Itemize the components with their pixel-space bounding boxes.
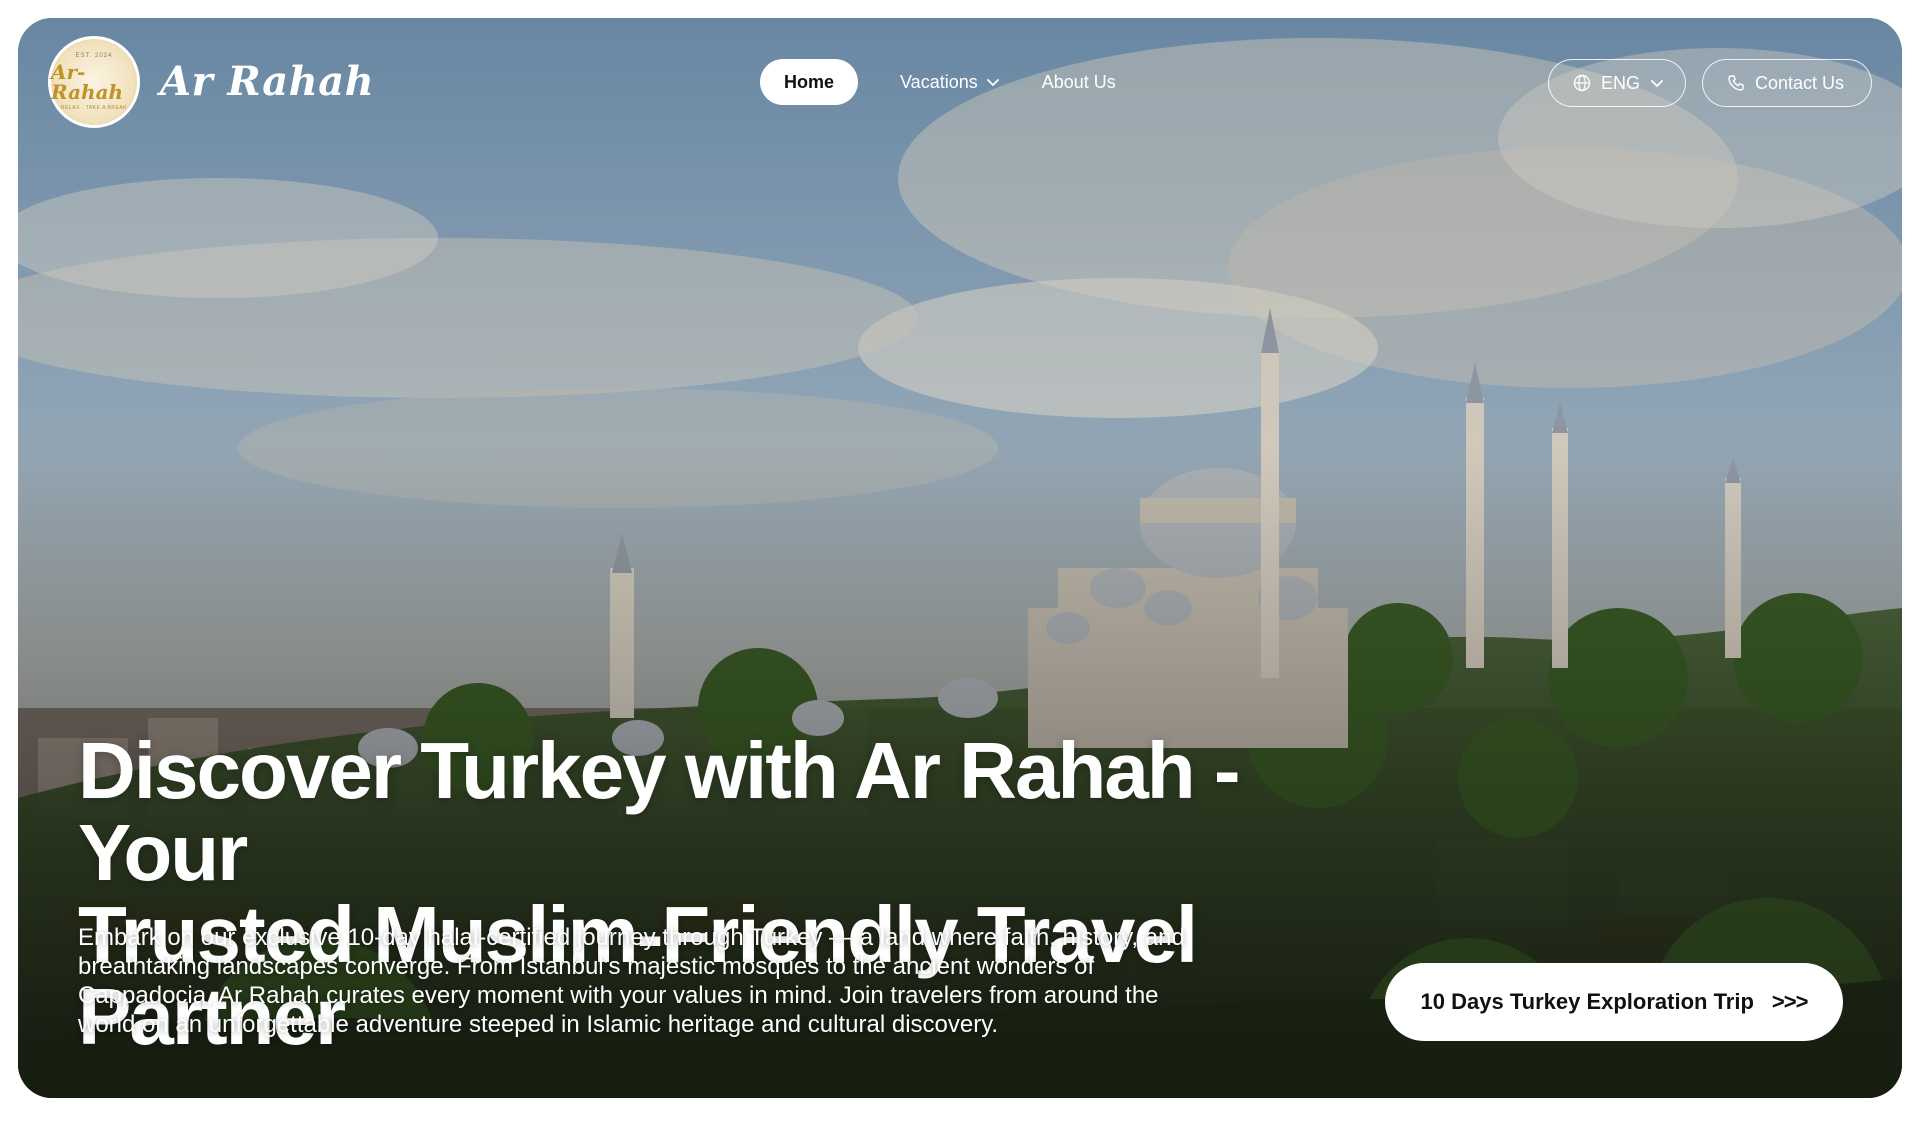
globe-icon — [1573, 74, 1591, 92]
main-nav: Home Vacations About Us — [760, 59, 1116, 105]
phone-icon — [1728, 75, 1744, 91]
contact-us-button[interactable]: Contact Us — [1702, 59, 1872, 107]
nav-home[interactable]: Home — [760, 59, 859, 105]
nav-vacations[interactable]: Vacations — [900, 72, 1000, 93]
hero-headline-line-1: Discover Turkey with Ar Rahah - Your — [78, 726, 1241, 897]
brand-name[interactable]: Ar Rahah — [160, 58, 374, 105]
language-label: ENG — [1601, 72, 1641, 93]
nav-vacations-label: Vacations — [900, 71, 978, 92]
logo-script-text: Ar-Rahah — [51, 60, 124, 104]
hero-section: EST. 2024 Ar-Rahah RELAX · TAKE A BREAK … — [18, 18, 1902, 1098]
chevron-down-icon — [1651, 80, 1663, 87]
hero-description: Embark on our exclusive 10-day halal-cer… — [78, 924, 1185, 1038]
logo-badge[interactable]: EST. 2024 Ar-Rahah RELAX · TAKE A BREAK — [48, 36, 140, 128]
logo-tagline: RELAX · TAKE A BREAK — [61, 105, 127, 111]
logo-est-text: EST. 2024 — [75, 53, 113, 59]
contact-us-label: Contact Us — [1755, 72, 1845, 93]
trip-cta-button[interactable]: 10 Days Turkey Exploration Trip >>> — [1385, 963, 1843, 1041]
nav-about[interactable]: About Us — [1042, 72, 1116, 93]
chevron-down-icon — [986, 79, 999, 86]
triple-chevron-right-icon: >>> — [1771, 989, 1809, 1014]
language-selector[interactable]: ENG — [1548, 59, 1686, 107]
trip-cta-label: 10 Days Turkey Exploration Trip — [1420, 989, 1754, 1014]
